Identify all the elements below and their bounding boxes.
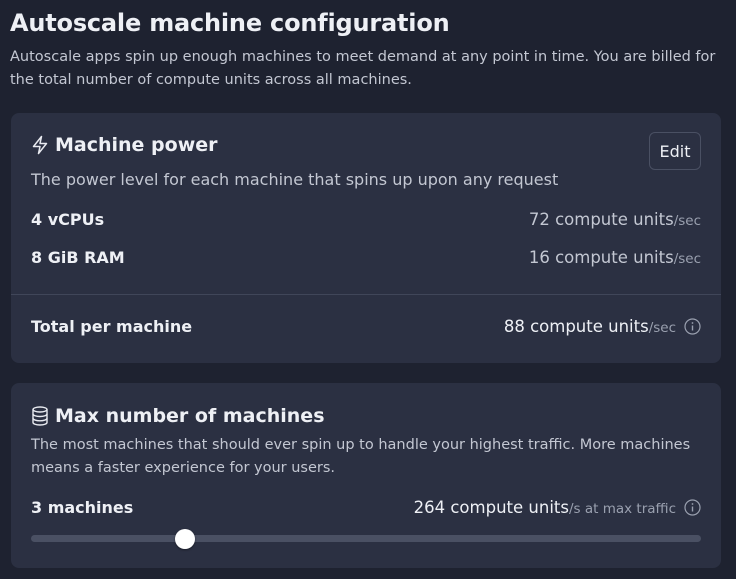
max-machines-header: Max number of machines [31, 405, 325, 427]
total-unit: /sec [648, 320, 676, 336]
vcpu-row: 4 vCPUs 72 compute units/sec [31, 210, 701, 229]
max-compute-units: 264 compute units [413, 498, 569, 517]
machines-value: 264 compute units/s at max traffic [414, 498, 701, 517]
page-description: Autoscale apps spin up enough machines t… [10, 49, 716, 88]
max-machines-title: Max number of machines [55, 405, 325, 427]
machine-power-card: Machine power Edit The power level for e… [11, 113, 721, 363]
ram-label: 8 GiB RAM [31, 248, 125, 267]
vcpu-label: 4 vCPUs [31, 210, 105, 229]
info-icon[interactable] [684, 499, 701, 516]
total-compute-units: 88 compute units [503, 317, 649, 336]
slider-thumb[interactable] [175, 528, 196, 549]
database-icon [31, 406, 49, 426]
total-value: 88 compute units/sec [504, 317, 701, 336]
edit-button[interactable]: Edit [649, 132, 701, 170]
machines-row: 3 machines 264 compute units/s at max tr… [31, 498, 701, 517]
ram-value: 16 compute units/sec [529, 248, 701, 267]
total-label: Total per machine [31, 317, 193, 336]
page-title: Autoscale machine configuration [10, 9, 450, 37]
machines-slider[interactable] [31, 528, 701, 549]
vcpu-unit: /sec [673, 213, 701, 229]
info-icon[interactable] [684, 318, 701, 335]
lightning-icon [31, 135, 49, 155]
max-machines-subtitle: The most machines that should ever spin … [31, 437, 691, 476]
machine-power-header: Machine power [31, 134, 218, 156]
ram-unit: /sec [673, 251, 701, 267]
max-unit: /s at max traffic [568, 501, 676, 517]
machines-count-label: 3 machines [31, 498, 134, 517]
ram-row: 8 GiB RAM 16 compute units/sec [31, 248, 701, 267]
max-machines-card: Max number of machines The most machines… [11, 383, 721, 568]
divider [11, 294, 721, 295]
vcpu-compute-units: 72 compute units [528, 210, 674, 229]
ram-compute-units: 16 compute units [528, 248, 674, 267]
total-row: Total per machine 88 compute units/sec [31, 317, 701, 336]
machine-power-subtitle: The power level for each machine that sp… [31, 170, 559, 189]
vcpu-value: 72 compute units/sec [529, 210, 701, 229]
machine-power-title: Machine power [55, 134, 218, 156]
